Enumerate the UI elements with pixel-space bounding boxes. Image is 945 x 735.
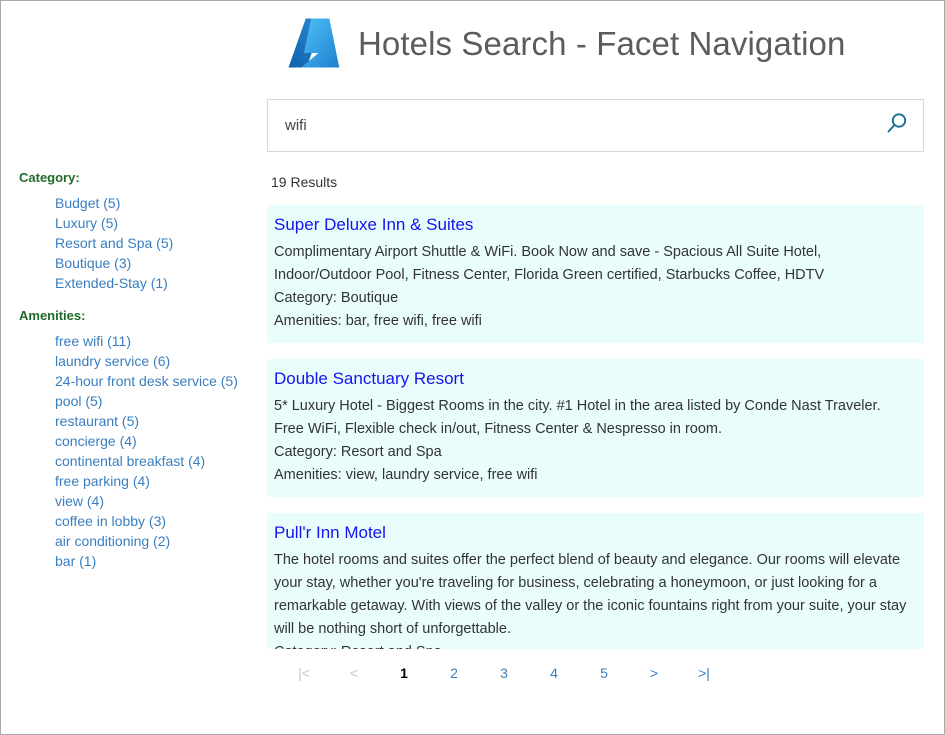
page-header: Hotels Search - Facet Navigation <box>1 1 944 73</box>
pagination-page-1[interactable]: 1 <box>379 663 429 683</box>
pagination-page-3[interactable]: 3 <box>479 663 529 683</box>
facet-item-coffee-in-lobby[interactable]: coffee in lobby (3) <box>55 511 267 531</box>
result-category: Category: Resort and Spa <box>274 641 914 649</box>
result-description: Complimentary Airport Shuttle & WiFi. Bo… <box>274 241 914 287</box>
result-title[interactable]: Pull'r Inn Motel <box>274 521 914 545</box>
pagination-first[interactable]: |< <box>279 663 329 683</box>
pagination: |< < 1 2 3 4 5 > >| <box>267 663 924 683</box>
facet-item-free-wifi[interactable]: free wifi (11) <box>55 331 267 351</box>
pagination-page-4[interactable]: 4 <box>529 663 579 683</box>
facet-item-budget[interactable]: Budget (5) <box>55 193 267 213</box>
pagination-next[interactable]: > <box>629 663 679 683</box>
page-title: Hotels Search - Facet Navigation <box>358 27 845 60</box>
pagination-prev[interactable]: < <box>329 663 379 683</box>
facet-group-amenities: Amenities: free wifi (11) laundry servic… <box>15 307 267 571</box>
search-input[interactable] <box>268 100 869 151</box>
result-card[interactable]: Pull'r Inn Motel The hotel rooms and sui… <box>267 513 924 649</box>
results-count: 19 Results <box>271 173 924 191</box>
facet-item-bar[interactable]: bar (1) <box>55 551 267 571</box>
results-list[interactable]: Super Deluxe Inn & Suites Complimentary … <box>267 205 924 649</box>
result-amenities: Amenities: bar, free wifi, free wifi <box>274 310 914 333</box>
facet-item-resort-and-spa[interactable]: Resort and Spa (5) <box>55 233 267 253</box>
search-bar <box>267 99 924 152</box>
result-amenities: Amenities: view, laundry service, free w… <box>274 464 914 487</box>
facet-item-concierge[interactable]: concierge (4) <box>55 431 267 451</box>
result-card[interactable]: Double Sanctuary Resort 5* Luxury Hotel … <box>267 359 924 497</box>
facet-item-view[interactable]: view (4) <box>55 491 267 511</box>
facet-item-laundry-service[interactable]: laundry service (6) <box>55 351 267 371</box>
facet-heading-category: Category: <box>19 169 267 187</box>
facet-item-extended-stay[interactable]: Extended-Stay (1) <box>55 273 267 293</box>
result-title[interactable]: Double Sanctuary Resort <box>274 367 914 391</box>
search-icon <box>883 111 909 140</box>
app-window: Hotels Search - Facet Navigation Categor… <box>0 0 945 735</box>
facet-item-luxury[interactable]: Luxury (5) <box>55 213 267 233</box>
azure-logo-icon <box>284 16 342 70</box>
pagination-page-2[interactable]: 2 <box>429 663 479 683</box>
facet-item-boutique[interactable]: Boutique (3) <box>55 253 267 273</box>
facet-item-free-parking[interactable]: free parking (4) <box>55 471 267 491</box>
facet-sidebar: Category: Budget (5) Luxury (5) Resort a… <box>1 73 267 581</box>
pagination-page-5[interactable]: 5 <box>579 663 629 683</box>
facet-item-air-conditioning[interactable]: air conditioning (2) <box>55 531 267 551</box>
main-body: Category: Budget (5) Luxury (5) Resort a… <box>1 73 944 683</box>
facet-heading-amenities: Amenities: <box>19 307 267 325</box>
results-column: 19 Results Super Deluxe Inn & Suites Com… <box>267 73 944 683</box>
result-description: 5* Luxury Hotel - Biggest Rooms in the c… <box>274 395 914 441</box>
result-category: Category: Boutique <box>274 287 914 310</box>
pagination-last[interactable]: >| <box>679 663 729 683</box>
facet-list-amenities: free wifi (11) laundry service (6) 24-ho… <box>15 331 267 571</box>
result-category: Category: Resort and Spa <box>274 441 914 464</box>
result-title[interactable]: Super Deluxe Inn & Suites <box>274 213 914 237</box>
facet-item-24-hour-front-desk-service[interactable]: 24-hour front desk service (5) <box>55 371 267 391</box>
facet-item-restaurant[interactable]: restaurant (5) <box>55 411 267 431</box>
facet-item-continental-breakfast[interactable]: continental breakfast (4) <box>55 451 267 471</box>
search-button[interactable] <box>869 100 923 151</box>
facet-list-category: Budget (5) Luxury (5) Resort and Spa (5)… <box>15 193 267 293</box>
result-card[interactable]: Super Deluxe Inn & Suites Complimentary … <box>267 205 924 343</box>
result-description: The hotel rooms and suites offer the per… <box>274 549 914 641</box>
facet-item-pool[interactable]: pool (5) <box>55 391 267 411</box>
facet-group-category: Category: Budget (5) Luxury (5) Resort a… <box>15 169 267 293</box>
